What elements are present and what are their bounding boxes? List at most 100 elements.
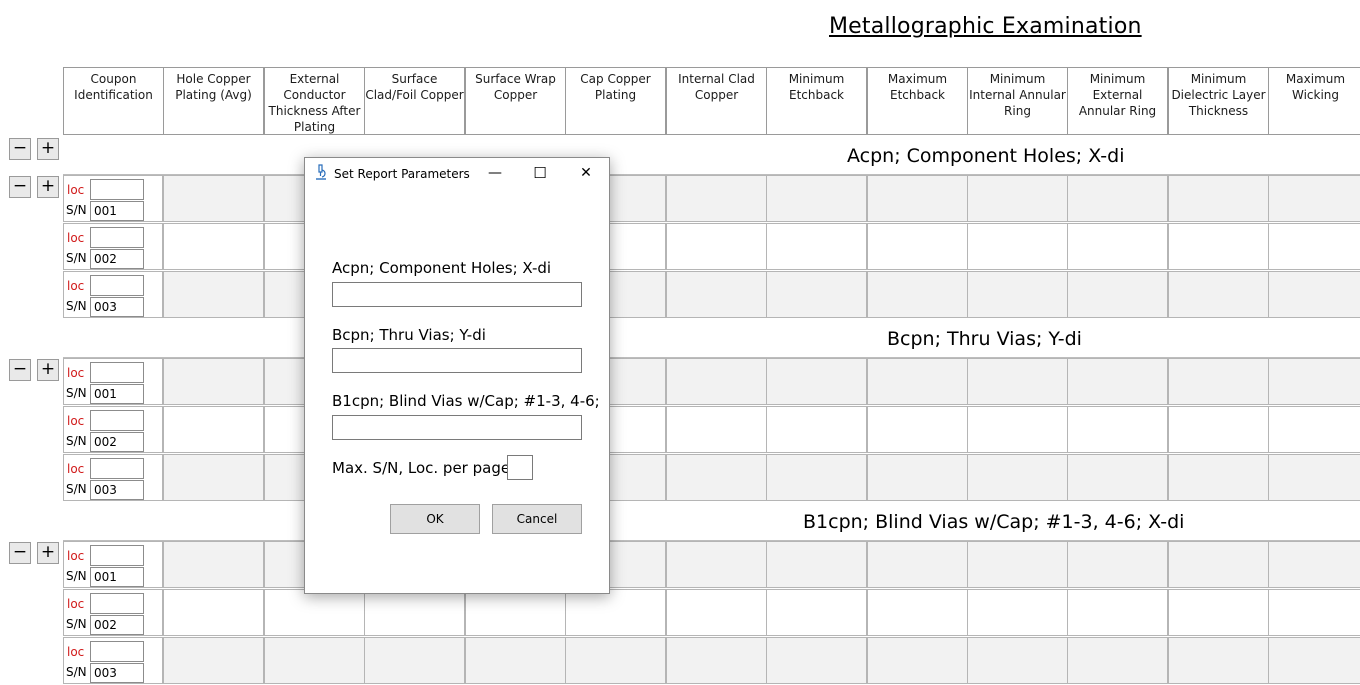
- loc-input[interactable]: [90, 275, 144, 296]
- table-cell[interactable]: [967, 358, 1068, 405]
- table-cell[interactable]: [1168, 406, 1269, 453]
- table-cell[interactable]: [163, 406, 264, 453]
- remove-row-button[interactable]: −: [9, 176, 31, 198]
- table-cell[interactable]: [1268, 637, 1360, 684]
- table-cell[interactable]: [766, 271, 867, 318]
- add-row-button[interactable]: +: [37, 176, 59, 198]
- max-per-page-input[interactable]: [507, 455, 533, 480]
- table-cell[interactable]: [666, 454, 767, 501]
- table-cell[interactable]: [1168, 454, 1269, 501]
- remove-row-button[interactable]: −: [9, 542, 31, 564]
- table-cell[interactable]: [1067, 223, 1168, 270]
- table-cell[interactable]: [565, 637, 666, 684]
- sn-input[interactable]: 003: [90, 663, 144, 683]
- table-cell[interactable]: [867, 223, 968, 270]
- remove-row-button[interactable]: −: [9, 359, 31, 381]
- table-cell[interactable]: [967, 223, 1068, 270]
- table-cell[interactable]: [867, 271, 968, 318]
- table-cell[interactable]: [1268, 541, 1360, 588]
- sn-input[interactable]: 002: [90, 249, 144, 269]
- table-cell[interactable]: [666, 223, 767, 270]
- table-cell[interactable]: [565, 589, 666, 636]
- table-cell[interactable]: [1067, 454, 1168, 501]
- table-cell[interactable]: [465, 589, 566, 636]
- add-row-button[interactable]: +: [37, 359, 59, 381]
- table-cell[interactable]: [1268, 406, 1360, 453]
- table-cell[interactable]: [867, 406, 968, 453]
- loc-input[interactable]: [90, 179, 144, 200]
- minimize-button[interactable]: —: [475, 161, 515, 185]
- table-cell[interactable]: [1168, 541, 1269, 588]
- table-cell[interactable]: [1268, 223, 1360, 270]
- table-cell[interactable]: [1168, 175, 1269, 222]
- table-cell[interactable]: [766, 637, 867, 684]
- table-cell[interactable]: [465, 637, 566, 684]
- table-cell[interactable]: [163, 541, 264, 588]
- table-cell[interactable]: [163, 637, 264, 684]
- table-cell[interactable]: [766, 223, 867, 270]
- table-cell[interactable]: [867, 637, 968, 684]
- table-cell[interactable]: [967, 589, 1068, 636]
- expand-all-button[interactable]: +: [37, 138, 59, 160]
- table-cell[interactable]: [1067, 589, 1168, 636]
- table-cell[interactable]: [766, 589, 867, 636]
- table-cell[interactable]: [1168, 223, 1269, 270]
- collapse-all-button[interactable]: −: [9, 138, 31, 160]
- table-cell[interactable]: [1067, 406, 1168, 453]
- table-cell[interactable]: [1268, 454, 1360, 501]
- loc-input[interactable]: [90, 410, 144, 431]
- table-cell[interactable]: [1268, 589, 1360, 636]
- sn-input[interactable]: 001: [90, 384, 144, 404]
- table-cell[interactable]: [967, 271, 1068, 318]
- table-cell[interactable]: [967, 406, 1068, 453]
- table-cell[interactable]: [163, 589, 264, 636]
- table-cell[interactable]: [867, 175, 968, 222]
- table-cell[interactable]: [1067, 541, 1168, 588]
- table-cell[interactable]: [163, 454, 264, 501]
- table-cell[interactable]: [666, 406, 767, 453]
- table-cell[interactable]: [666, 271, 767, 318]
- table-cell[interactable]: [867, 454, 968, 501]
- table-cell[interactable]: [766, 454, 867, 501]
- maximize-button[interactable]: ☐: [520, 161, 560, 185]
- table-cell[interactable]: [264, 637, 365, 684]
- table-cell[interactable]: [666, 589, 767, 636]
- table-cell[interactable]: [766, 175, 867, 222]
- table-cell[interactable]: [1168, 358, 1269, 405]
- loc-input[interactable]: [90, 593, 144, 614]
- close-button[interactable]: ✕: [566, 161, 606, 185]
- table-cell[interactable]: [967, 454, 1068, 501]
- table-cell[interactable]: [1067, 637, 1168, 684]
- sn-input[interactable]: 001: [90, 567, 144, 587]
- loc-input[interactable]: [90, 362, 144, 383]
- table-cell[interactable]: [867, 541, 968, 588]
- table-cell[interactable]: [1268, 358, 1360, 405]
- table-cell[interactable]: [1168, 637, 1269, 684]
- table-cell[interactable]: [1268, 175, 1360, 222]
- table-cell[interactable]: [1168, 589, 1269, 636]
- table-cell[interactable]: [364, 637, 465, 684]
- field-acpn-input[interactable]: [332, 282, 582, 307]
- table-cell[interactable]: [666, 637, 767, 684]
- table-cell[interactable]: [163, 271, 264, 318]
- table-cell[interactable]: [867, 589, 968, 636]
- table-cell[interactable]: [967, 637, 1068, 684]
- sn-input[interactable]: 002: [90, 615, 144, 635]
- loc-input[interactable]: [90, 641, 144, 662]
- sn-input[interactable]: 003: [90, 297, 144, 317]
- table-cell[interactable]: [1067, 175, 1168, 222]
- sn-input[interactable]: 002: [90, 432, 144, 452]
- table-cell[interactable]: [1168, 271, 1269, 318]
- loc-input[interactable]: [90, 545, 144, 566]
- table-cell[interactable]: [766, 358, 867, 405]
- field-b1cpn-input[interactable]: [332, 415, 582, 440]
- ok-button[interactable]: OK: [390, 504, 480, 534]
- table-cell[interactable]: [264, 589, 365, 636]
- table-cell[interactable]: [766, 406, 867, 453]
- table-cell[interactable]: [766, 541, 867, 588]
- table-cell[interactable]: [1067, 271, 1168, 318]
- table-cell[interactable]: [666, 541, 767, 588]
- table-cell[interactable]: [1268, 271, 1360, 318]
- sn-input[interactable]: 003: [90, 480, 144, 500]
- table-cell[interactable]: [967, 175, 1068, 222]
